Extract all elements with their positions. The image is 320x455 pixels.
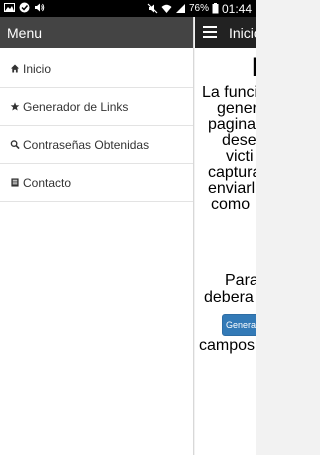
battery-icon <box>212 3 219 14</box>
image-icon <box>4 3 15 12</box>
page-title: Inicio <box>229 25 256 41</box>
menu-item-label: Generador de Links <box>23 99 129 114</box>
clock: 01:44 <box>221 1 252 16</box>
main-content: Inicio L La funcio gener pagina desea vi… <box>195 17 256 455</box>
signal-icon <box>175 4 185 13</box>
menu-item-label: Inicio <box>23 61 52 76</box>
wifi-icon <box>161 4 172 13</box>
page-heading: L <box>252 52 256 83</box>
generator-button[interactable]: Generador <box>222 314 256 336</box>
menu-item-label: Contraseñas Obtenidas <box>23 137 150 152</box>
notification-icons <box>4 2 45 13</box>
drawer-title: Menu <box>0 17 193 48</box>
search-icon <box>10 140 20 149</box>
check-circle-icon <box>19 2 30 13</box>
menu-item-contrasenas[interactable]: Contraseñas Obtenidas <box>0 126 193 164</box>
paragraph-line: captura <box>208 164 256 181</box>
paragraph-line: pagina <box>208 116 256 133</box>
book-icon <box>11 178 19 187</box>
mute-icon <box>147 3 158 14</box>
paragraph-line: victi <box>226 148 254 165</box>
star-icon <box>10 102 20 111</box>
menu-item-inicio[interactable]: Inicio <box>0 50 193 88</box>
status-bar: 76% 01:44 <box>0 0 256 17</box>
paragraph-line: Para <box>225 272 256 289</box>
paragraph-line: La funcio <box>202 84 256 101</box>
paragraph-line: gener <box>217 100 256 117</box>
app-bar: Inicio <box>195 17 256 48</box>
drawer-menu: Inicio Generador de Links Contraseñas Ob… <box>0 50 193 202</box>
paragraph-line: como <box>211 196 251 213</box>
paragraph-line: enviarl <box>208 180 256 197</box>
trailing-text: campos <box>199 337 256 354</box>
menu-item-label: Contacto <box>23 175 72 190</box>
system-status: 76% 01:44 <box>147 0 252 17</box>
navigation-drawer: Menu Inicio Generador de Links Contraseñ… <box>0 17 194 455</box>
volume-icon <box>35 3 45 12</box>
menu-item-contacto[interactable]: Contacto <box>0 164 193 202</box>
menu-item-generador[interactable]: Generador de Links <box>0 88 193 126</box>
paragraph-line: desea <box>222 132 256 149</box>
instruction-paragraph: Para debera <box>195 273 256 307</box>
hamburger-menu-icon[interactable] <box>203 26 217 38</box>
intro-paragraph: La funcio gener pagina desea victi captu… <box>195 85 256 213</box>
battery-percent: 76% <box>188 3 209 14</box>
home-icon <box>10 64 20 73</box>
paragraph-line: debera <box>204 289 254 306</box>
